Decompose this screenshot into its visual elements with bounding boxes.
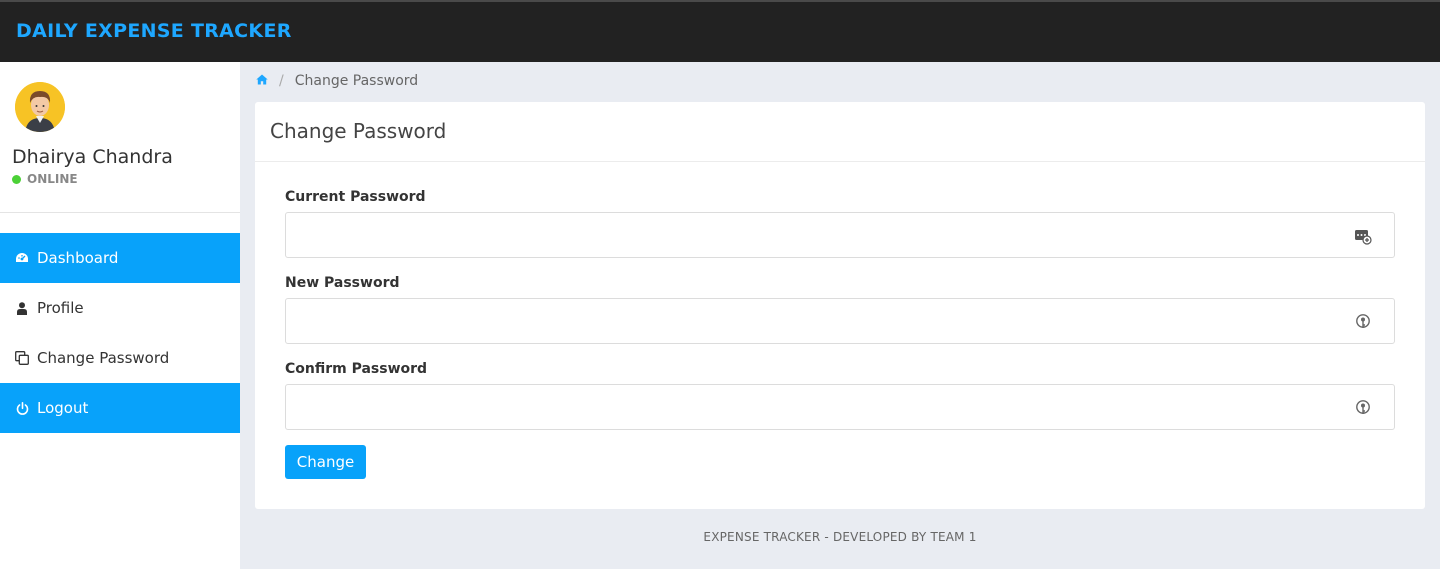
avatar [15,82,65,132]
sidebar-item-label: Logout [37,399,89,417]
sidebar-divider [0,212,240,213]
top-navbar: DAILY EXPENSE TRACKER [0,0,1440,62]
sidebar-item-label: Dashboard [37,249,119,267]
current-password-input[interactable] [285,212,1395,258]
power-icon [15,401,29,415]
copy-icon [15,351,29,365]
breadcrumb: / Change Password [256,73,418,89]
online-dot-icon [12,174,21,184]
sidebar-item-label: Profile [37,299,84,317]
key-icon[interactable] [1354,313,1372,331]
sidebar: Dhairya Chandra ONLINE Dashboard Profile… [0,62,240,569]
sidebar-item-change-password[interactable]: Change Password [0,333,240,383]
dashboard-icon [15,251,29,265]
user-name: Dhairya Chandra [12,146,173,168]
app-title[interactable]: DAILY EXPENSE TRACKER [16,20,292,42]
sidebar-item-dashboard[interactable]: Dashboard [0,233,240,283]
card-title: Change Password [255,102,1425,162]
sidebar-item-logout[interactable]: Logout [0,383,240,433]
status-label: ONLINE [27,172,78,186]
breadcrumb-separator: / [279,73,284,89]
password-manager-icon[interactable] [1354,227,1372,245]
confirm-password-input[interactable] [285,384,1395,430]
confirm-password-label: Confirm Password [285,361,428,377]
change-button[interactable]: Change [285,445,366,479]
new-password-input[interactable] [285,298,1395,344]
sidebar-item-profile[interactable]: Profile [0,283,240,333]
home-icon[interactable] [256,73,268,89]
breadcrumb-current: Change Password [294,73,419,89]
footer-text: EXPENSE TRACKER - DEVELOPED BY TEAM 1 [703,530,977,544]
current-password-label: Current Password [285,189,426,205]
new-password-label: New Password [285,275,400,291]
user-icon [15,301,29,315]
change-password-card: Change Password Current Password New Pas… [255,102,1425,509]
key-icon[interactable] [1354,399,1372,417]
sidebar-item-label: Change Password [37,349,170,367]
online-status: ONLINE [12,172,78,186]
